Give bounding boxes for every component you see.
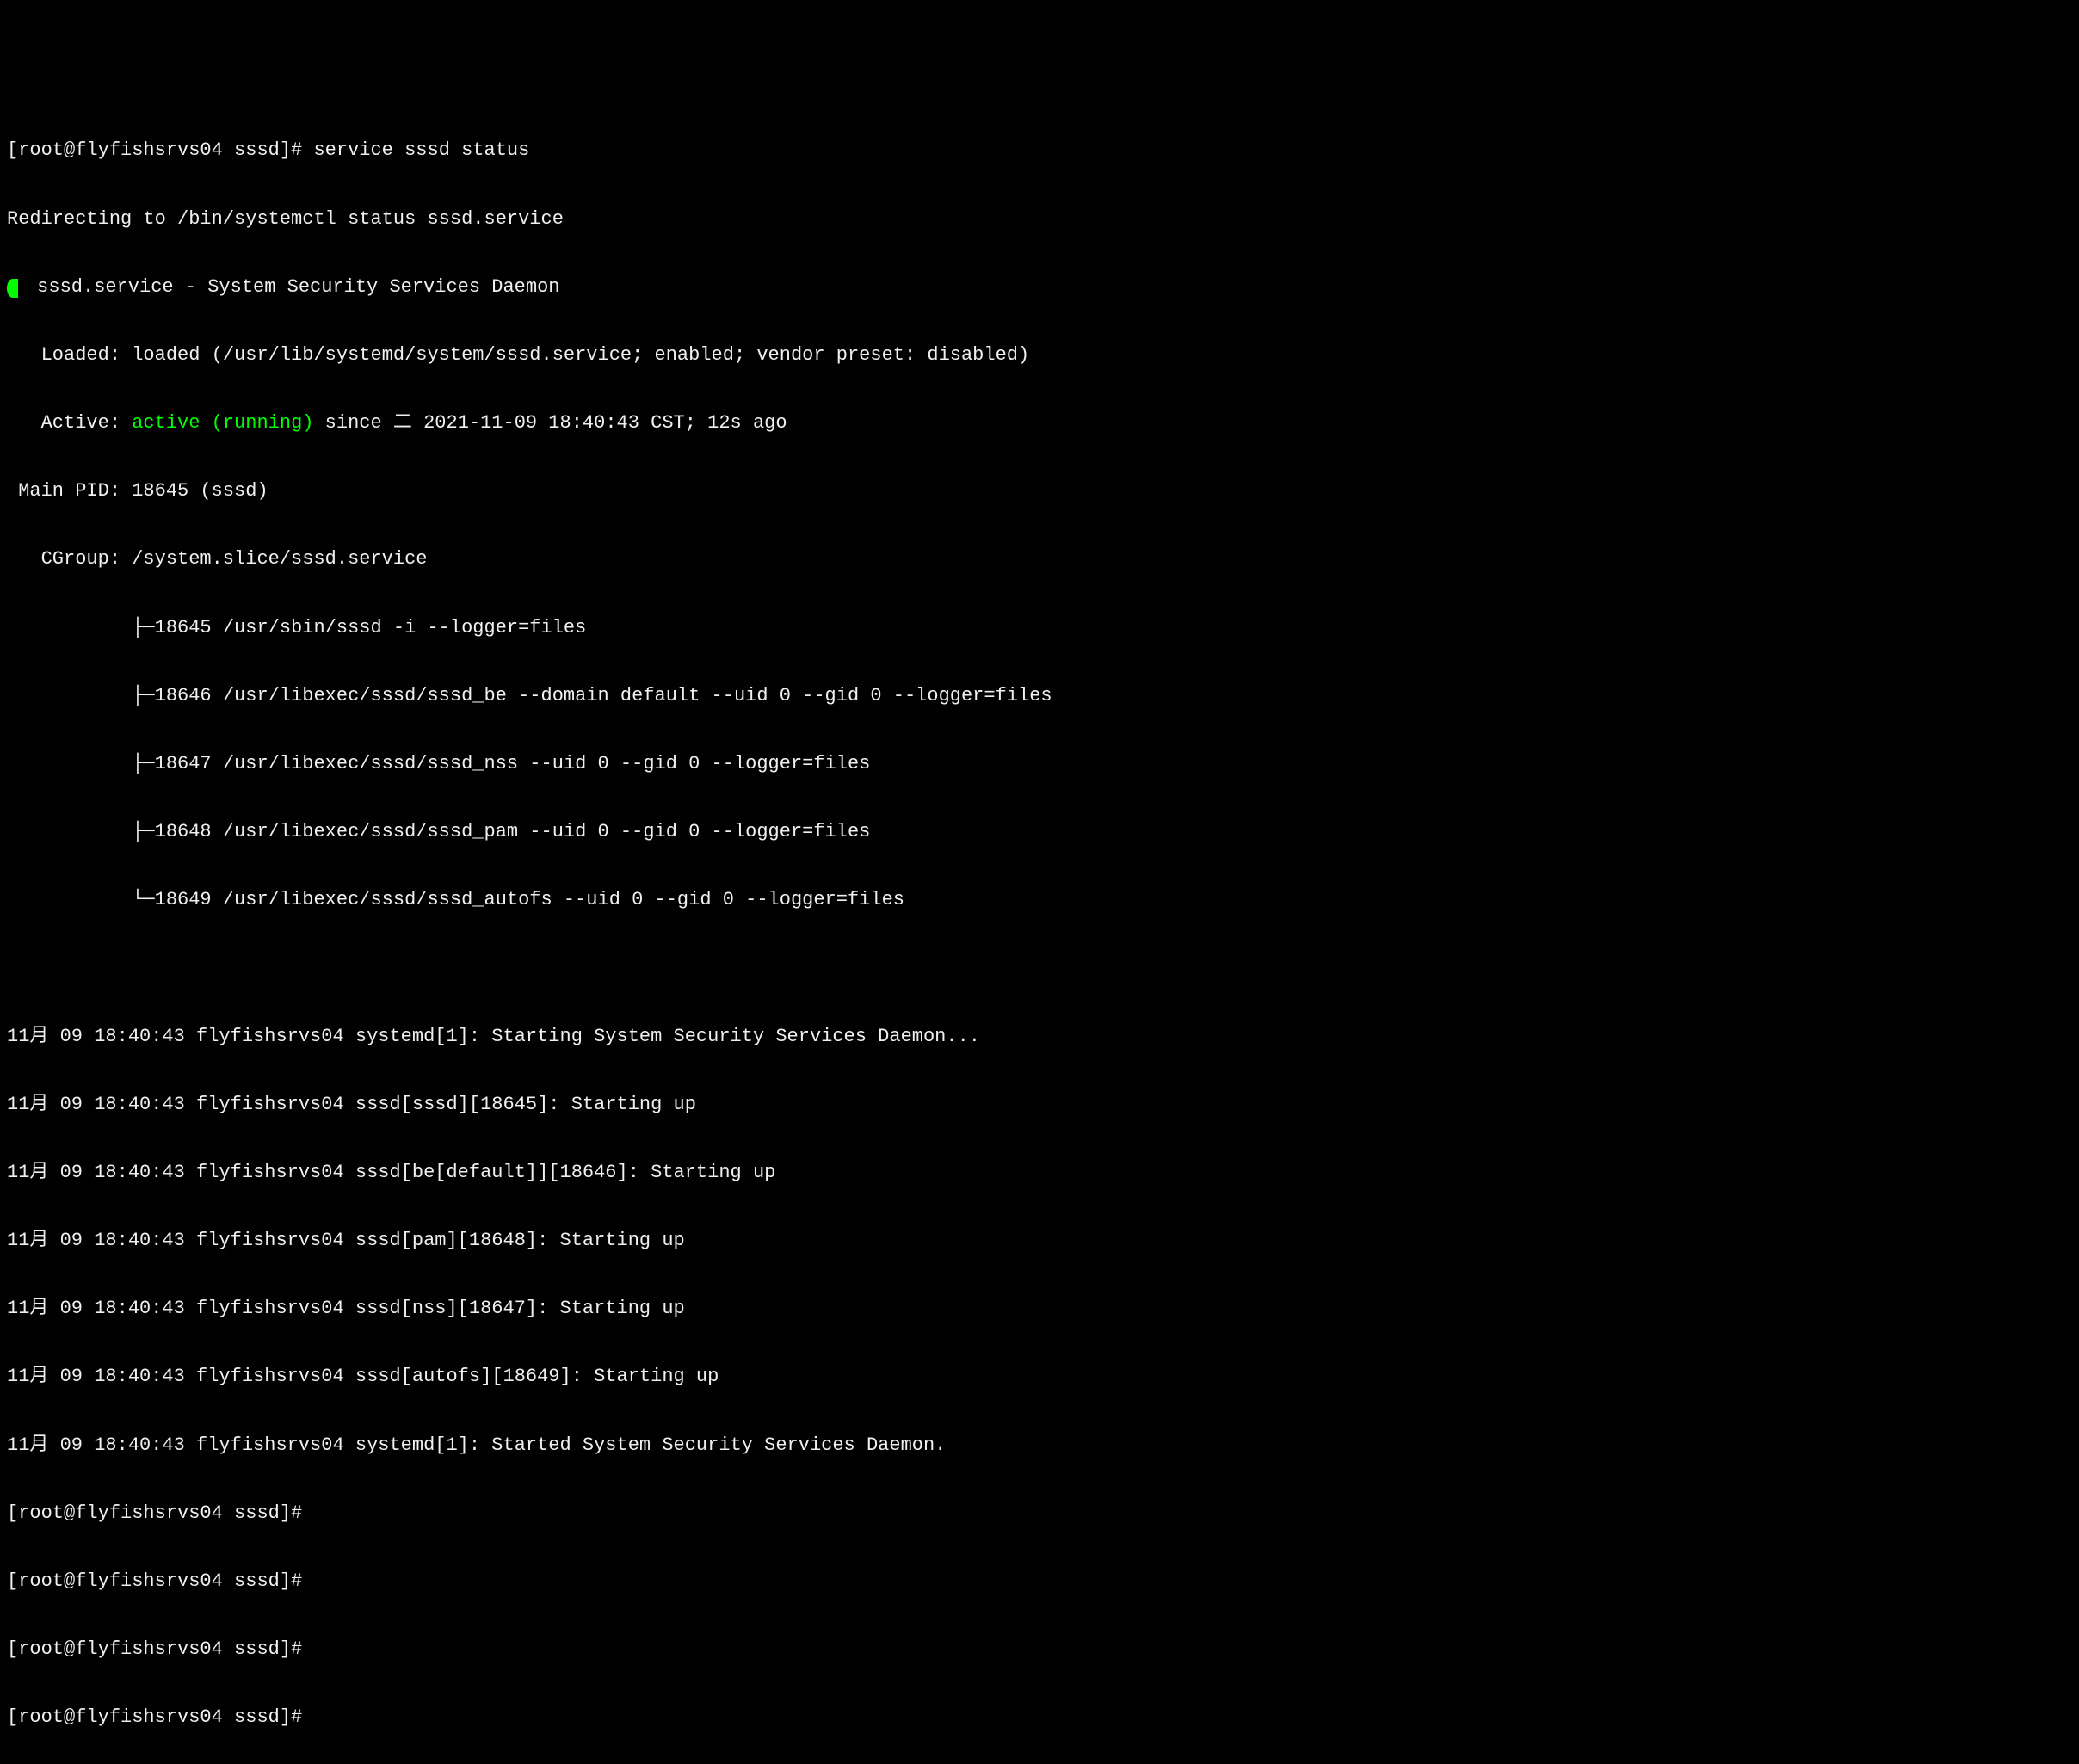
cgroup-header: CGroup: /system.slice/sssd.service xyxy=(7,548,2079,571)
cgroup-process-5: └─18649 /usr/libexec/sssd/sssd_autofs --… xyxy=(7,889,2079,911)
cgroup-process-1: ├─18645 /usr/sbin/sssd -i --logger=files xyxy=(7,617,2079,639)
empty-prompt-4[interactable]: [root@flyfishsrvs04 sssd]# xyxy=(7,1706,2079,1729)
journal-log-5: 11月 09 18:40:43 flyfishsrvs04 sssd[nss][… xyxy=(7,1298,2079,1320)
journal-log-1: 11月 09 18:40:43 flyfishsrvs04 systemd[1]… xyxy=(7,1026,2079,1048)
journal-log-7: 11月 09 18:40:43 flyfishsrvs04 systemd[1]… xyxy=(7,1434,2079,1457)
redirect-message: Redirecting to /bin/systemctl status sss… xyxy=(7,208,2079,231)
empty-prompt-3[interactable]: [root@flyfishsrvs04 sssd]# xyxy=(7,1638,2079,1661)
typed-command: service sssd status xyxy=(313,139,529,161)
cgroup-process-3: ├─18647 /usr/libexec/sssd/sssd_nss --uid… xyxy=(7,753,2079,775)
empty-prompt-1[interactable]: [root@flyfishsrvs04 sssd]# xyxy=(7,1502,2079,1525)
shell-prompt: [root@flyfishsrvs04 sssd]# xyxy=(7,139,313,161)
main-pid-line: Main PID: 18645 (sssd) xyxy=(7,480,2079,503)
active-since: since 二 2021-11-09 18:40:43 CST; 12s ago xyxy=(313,412,787,434)
active-line: Active: active (running) since 二 2021-11… xyxy=(7,412,2079,435)
cgroup-process-4: ├─18648 /usr/libexec/sssd/sssd_pam --uid… xyxy=(7,821,2079,843)
empty-prompt-2[interactable]: [root@flyfishsrvs04 sssd]# xyxy=(7,1570,2079,1593)
terminal-window[interactable]: [root@flyfishsrvs04 sssd]# service sssd … xyxy=(0,91,2079,1764)
cgroup-process-2: ├─18646 /usr/libexec/sssd/sssd_be --doma… xyxy=(7,685,2079,707)
status-bullet-icon xyxy=(7,279,18,298)
service-name-desc: sssd.service - System Security Services … xyxy=(26,276,560,298)
journal-log-3: 11月 09 18:40:43 flyfishsrvs04 sssd[be[de… xyxy=(7,1162,2079,1184)
journal-log-6: 11月 09 18:40:43 flyfishsrvs04 sssd[autof… xyxy=(7,1366,2079,1388)
service-header-line: sssd.service - System Security Services … xyxy=(7,276,2079,299)
blank-line xyxy=(7,957,2079,979)
command-line: [root@flyfishsrvs04 sssd]# service sssd … xyxy=(7,139,2079,162)
loaded-line: Loaded: loaded (/usr/lib/systemd/system/… xyxy=(7,344,2079,367)
journal-log-4: 11月 09 18:40:43 flyfishsrvs04 sssd[pam][… xyxy=(7,1230,2079,1252)
active-status: active (running) xyxy=(132,412,313,434)
journal-log-2: 11月 09 18:40:43 flyfishsrvs04 sssd[sssd]… xyxy=(7,1094,2079,1116)
active-label: Active: xyxy=(7,412,132,434)
